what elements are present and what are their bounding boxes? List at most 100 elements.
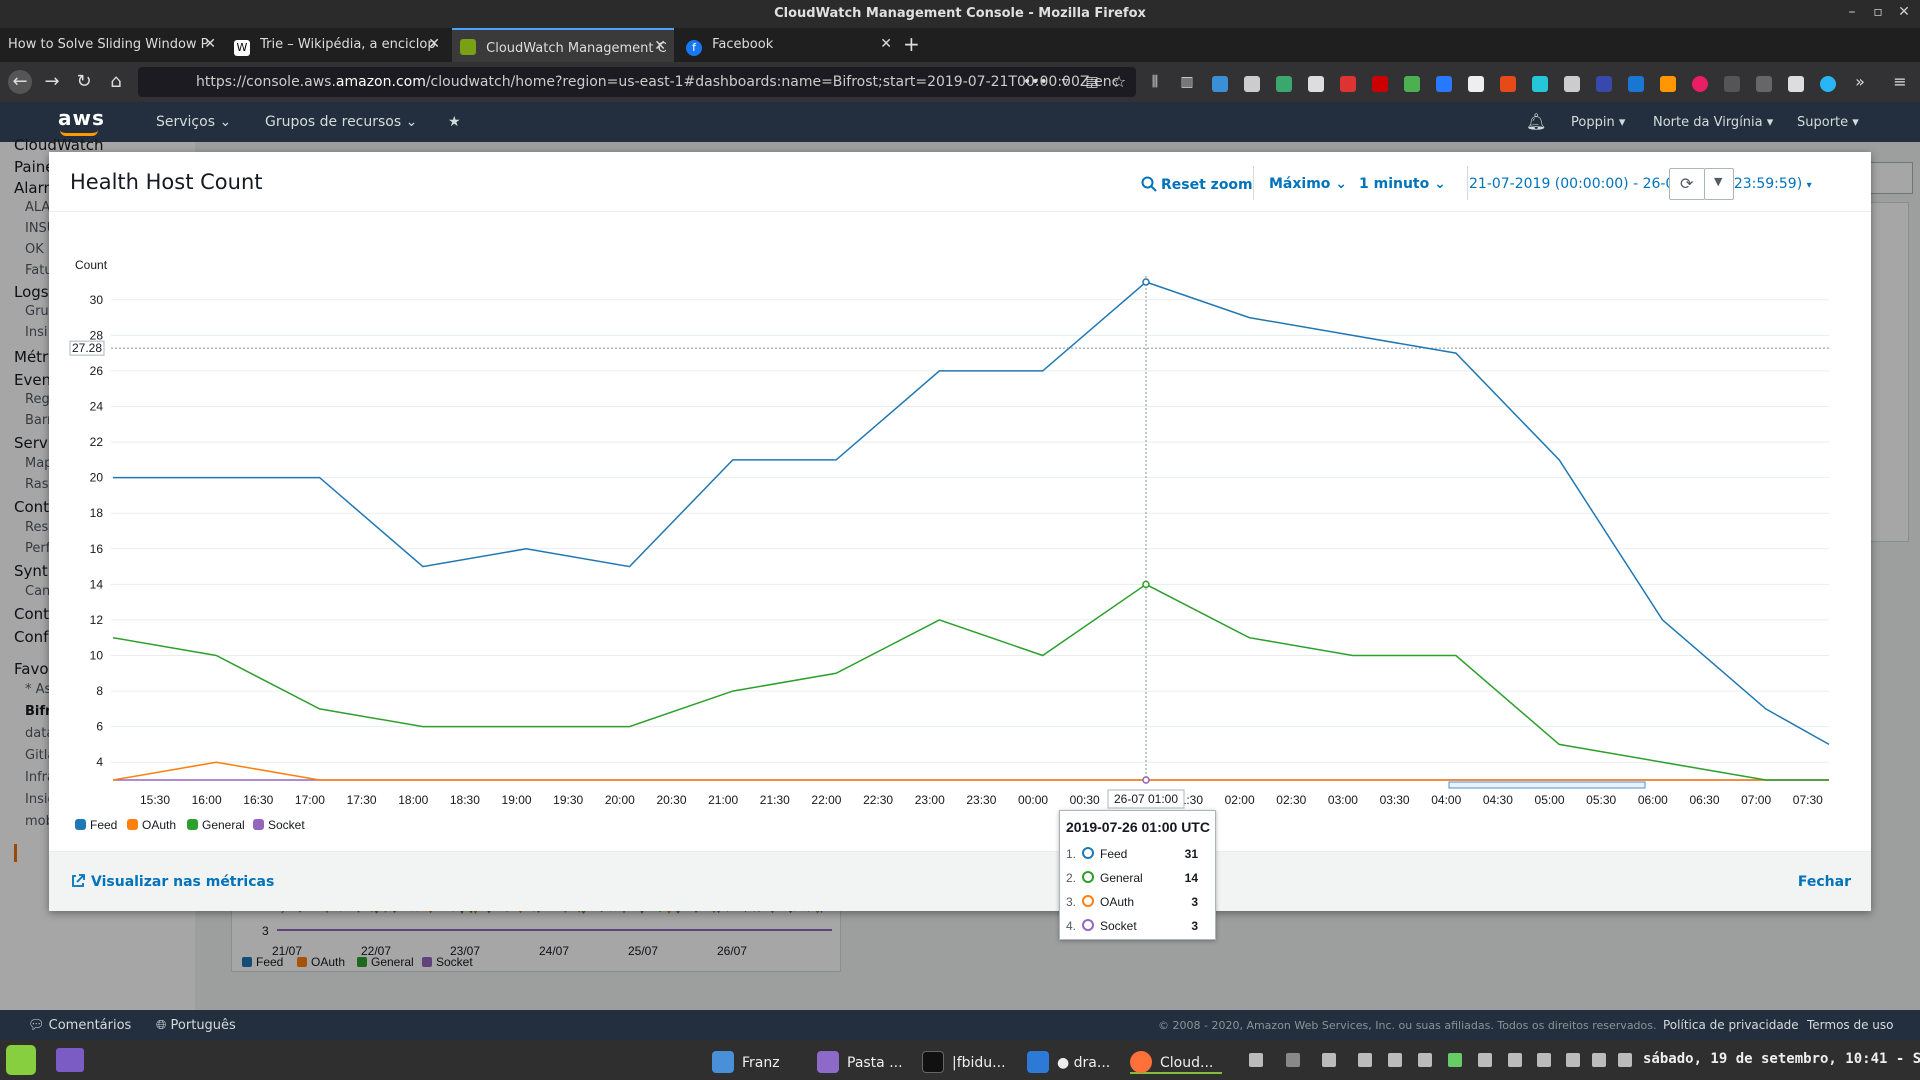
x-tick-label: 04:30: [1483, 793, 1513, 807]
hamburger-menu-icon[interactable]: ≡: [1888, 70, 1912, 94]
date-range-picker[interactable]: 21-07-2019 (00:00:00) - 26-07-2019 (23:5…: [1469, 176, 1812, 192]
extension-icon[interactable]: [1596, 76, 1612, 92]
tab-cloudwatch[interactable]: CloudWatch Management C ✕: [452, 28, 674, 62]
page-actions-icon[interactable]: •••: [1023, 70, 1048, 94]
taskbar-app-firefox[interactable]: Cloud...: [1130, 1046, 1222, 1074]
reader-icon[interactable]: ▤: [1080, 70, 1104, 94]
reload-icon[interactable]: ↻: [72, 70, 96, 94]
extension-icon[interactable]: [1276, 76, 1292, 92]
bookmark-star-icon[interactable]: ☆: [1107, 70, 1131, 94]
extension-icon[interactable]: [1308, 76, 1324, 92]
tab-trie-wikipedia[interactable]: W Trie – Wikipédia, a enciclop ✕: [226, 28, 448, 62]
taskbar-app-franz[interactable]: Franz: [712, 1046, 780, 1074]
clipboard-icon[interactable]: [1388, 1053, 1402, 1067]
extension-icon[interactable]: [1404, 76, 1420, 92]
extension-icon[interactable]: [1628, 76, 1644, 92]
reset-zoom-button[interactable]: Reset zoom: [1141, 176, 1253, 193]
tab-facebook[interactable]: f Facebook ✕: [678, 28, 900, 62]
clock[interactable]: sábado, 19 de setembro, 10:41 - Ship ♥: [1643, 1051, 1920, 1067]
extension-icon[interactable]: [1660, 76, 1676, 92]
react-icon[interactable]: [1532, 76, 1548, 92]
url-bar[interactable]: https://console.aws.amazon.com/cloudwatc…: [138, 67, 1136, 97]
overflow-chevron-icon[interactable]: »: [1848, 70, 1872, 94]
hover-x-label: 26-07 01:00: [1114, 792, 1178, 806]
os-taskbar: Franz Pasta ... |fbidu... ● dra... Cloud…: [0, 1040, 1920, 1080]
region-menu[interactable]: Norte da Virgínia ▾: [1653, 115, 1773, 130]
refresh-button[interactable]: ⟳: [1669, 168, 1705, 200]
extension-icon[interactable]: [1692, 76, 1708, 92]
caret-down-icon: ▼: [1714, 175, 1723, 188]
resource-groups-menu[interactable]: Grupos de recursos ⌄: [265, 114, 417, 130]
maximize-icon[interactable]: ▫: [1868, 4, 1888, 24]
dropbox-icon[interactable]: [1508, 1053, 1522, 1067]
minimize-icon[interactable]: –: [1842, 4, 1862, 24]
language-selector[interactable]: 🌐︎ Português: [156, 1018, 236, 1033]
extension-icon[interactable]: [1564, 76, 1580, 92]
tray-app-icon[interactable]: [1478, 1053, 1492, 1067]
close-tab-icon[interactable]: ✕: [428, 36, 440, 52]
extension-icon[interactable]: [1468, 76, 1484, 92]
taskbar-app-folder[interactable]: Pasta ...: [817, 1046, 903, 1074]
privacy-link[interactable]: Política de privacidade: [1663, 1018, 1799, 1032]
pin-icon[interactable]: ★: [448, 114, 461, 130]
feedback-link[interactable]: 💬︎ Comentários: [28, 1018, 131, 1033]
pocket-icon[interactable]: ▿: [1053, 70, 1077, 94]
aws-logo-text: aws: [58, 106, 105, 130]
volume-icon[interactable]: [1566, 1053, 1580, 1067]
tab-label: How to Solve Sliding Window P: [8, 37, 209, 52]
tray-app-icon[interactable]: [1448, 1053, 1462, 1067]
extension-icon[interactable]: [1820, 76, 1836, 92]
close-tab-icon[interactable]: ✕: [654, 38, 666, 54]
close-tab-icon[interactable]: ✕: [880, 36, 892, 52]
tooltip-rank: 1.: [1066, 847, 1077, 861]
modal-footer: Visualizar nas métricas Fechar: [49, 851, 1871, 911]
ublock-icon[interactable]: [1372, 76, 1388, 92]
download-icon[interactable]: [1212, 76, 1228, 92]
health-host-count-chart[interactable]: Count468101214161820222426283027.2815:30…: [49, 212, 1871, 851]
show-desktop-icon[interactable]: [56, 1048, 84, 1072]
x-tick-label: 23:30: [966, 793, 996, 807]
extension-icon[interactable]: [1500, 76, 1516, 92]
statistic-dropdown[interactable]: Máximo ⌄: [1269, 176, 1347, 192]
extension-icon[interactable]: [1788, 76, 1804, 92]
account-menu[interactable]: Poppin ▾: [1571, 115, 1625, 130]
wifi-icon[interactable]: [1537, 1053, 1551, 1067]
extension-icon[interactable]: [1724, 76, 1740, 92]
bluetooth-icon[interactable]: [1286, 1053, 1300, 1067]
bluetooth-icon[interactable]: [1249, 1053, 1263, 1067]
extension-icon[interactable]: [1756, 76, 1772, 92]
period-dropdown[interactable]: 1 minuto ⌄: [1359, 176, 1446, 192]
chevron-down-icon: ⌄: [1434, 176, 1446, 192]
bell-icon[interactable]: 🔔︎: [1526, 112, 1546, 131]
close-tab-icon[interactable]: ✕: [204, 36, 216, 52]
extension-icon[interactable]: [1244, 76, 1260, 92]
services-menu[interactable]: Serviços ⌄: [156, 114, 231, 130]
extension-icon[interactable]: [1340, 76, 1356, 92]
calendar-icon[interactable]: [1618, 1053, 1632, 1067]
tab-sliding-window[interactable]: How to Solve Sliding Window P ✕: [0, 28, 224, 62]
taskbar-app-terminal[interactable]: |fbidu...: [922, 1046, 1006, 1074]
series-marker-icon: [1082, 895, 1094, 907]
extension-icon[interactable]: [1436, 76, 1452, 92]
location-icon[interactable]: [1418, 1053, 1432, 1067]
chevron-down-icon: ▾: [1852, 115, 1859, 130]
forward-icon[interactable]: →: [40, 70, 64, 94]
back-icon[interactable]: ←: [8, 70, 32, 94]
home-icon[interactable]: ⌂: [104, 70, 128, 94]
close-window-icon[interactable]: ✕: [1894, 4, 1914, 24]
support-menu[interactable]: Suporte ▾: [1797, 115, 1859, 130]
terminal-icon: [922, 1051, 944, 1073]
terms-link[interactable]: Termos de uso: [1807, 1018, 1894, 1032]
library-icon[interactable]: ⫼: [1143, 70, 1167, 94]
view-in-metrics-link[interactable]: Visualizar nas métricas: [71, 874, 274, 890]
refresh-options-button[interactable]: ▼: [1704, 168, 1734, 200]
taskbar-app-vscode[interactable]: ● dra...: [1027, 1046, 1110, 1074]
mint-menu-icon[interactable]: [6, 1045, 36, 1075]
shield-icon[interactable]: [1358, 1053, 1372, 1067]
music-icon[interactable]: [1592, 1053, 1606, 1067]
tray-app-icon[interactable]: [1322, 1053, 1336, 1067]
close-button[interactable]: Fechar: [1798, 874, 1851, 890]
aws-logo[interactable]: aws: [58, 106, 105, 136]
new-tab-icon[interactable]: +: [903, 32, 920, 56]
sidebar-icon[interactable]: ▥: [1175, 70, 1199, 94]
